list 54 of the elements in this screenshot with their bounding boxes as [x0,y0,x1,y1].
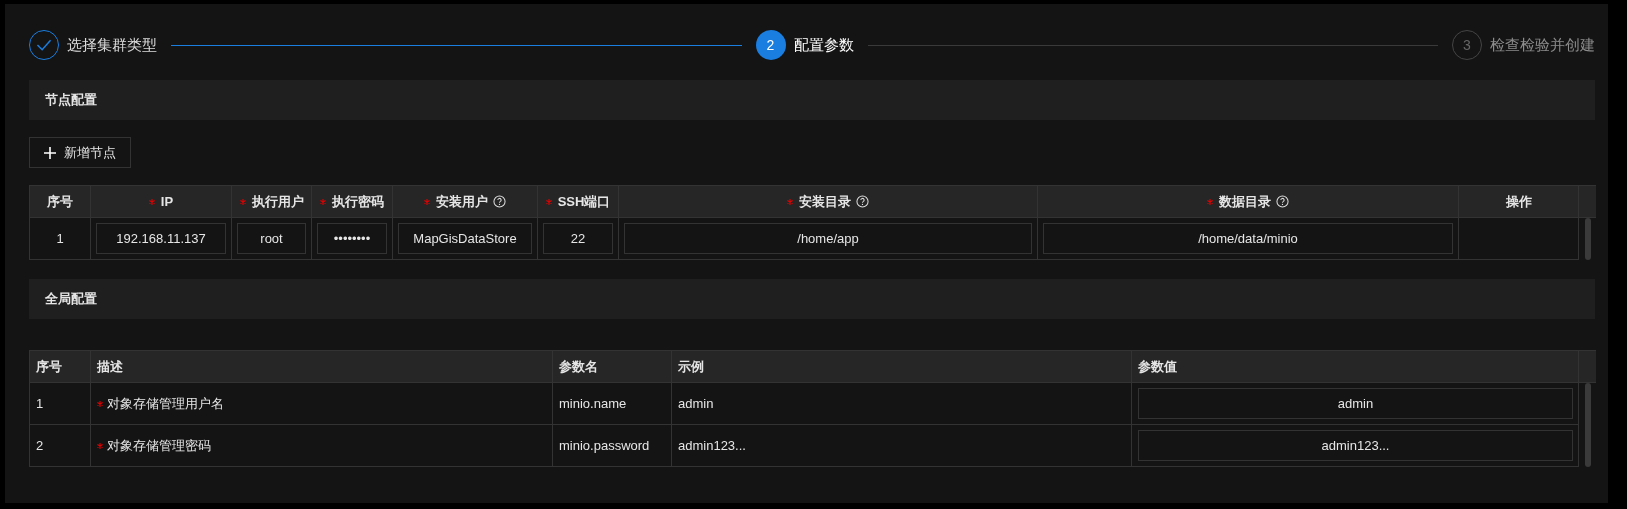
column-header: 参数值 [1132,351,1579,383]
column-header: 数据目录 [1038,186,1459,218]
help-icon [493,195,506,208]
required-icon [97,400,103,407]
table-cell: 对象存储管理密码 [107,436,211,455]
add-node-button[interactable]: 新增节点 [29,137,131,168]
input-field[interactable]: /home/app [624,223,1032,254]
input-field[interactable]: MapGisDataStore [398,223,532,254]
table-cell: 1 [36,396,44,411]
required-icon [97,442,103,449]
section-header: 节点配置 [29,80,1595,120]
column-header: 描述 [91,351,553,383]
table-cell: admin123... [678,438,746,453]
input-field[interactable]: admin [1138,388,1573,419]
step-number: 2 [755,30,786,60]
input-field[interactable]: /home/data/minio [1043,223,1453,254]
table-cell: 对象存储管理用户名 [107,394,224,413]
column-header: 参数名 [553,351,672,383]
input-field[interactable]: admin123... [1138,430,1573,461]
help-icon [856,195,869,208]
step-label: 检查检验并创建 [1490,35,1595,55]
required-icon [148,198,155,205]
scrollbar[interactable] [1584,218,1591,260]
table-cell: minio.password [559,438,650,453]
column-header: 序号 [30,186,91,218]
step-label: 选择集群类型 [67,35,157,55]
table-cell: 1 [56,231,64,246]
column-header: 示例 [672,351,1132,383]
input-field[interactable]: 22 [543,223,613,254]
column-header: 序号 [30,351,91,383]
required-icon [424,198,430,205]
column-header: 安装用户 [393,186,538,218]
table-cell: minio.name [559,396,627,411]
required-icon [320,198,326,205]
required-icon [239,198,246,205]
required-icon [1207,198,1213,205]
column-header: 执行密码 [312,186,393,218]
scrollbar[interactable] [1584,383,1591,467]
input-field[interactable]: •••••••• [317,223,387,254]
table-cell: 2 [36,438,44,453]
input-field[interactable]: 192.168.11.137 [96,223,226,254]
column-header: 执行用户 [232,186,312,218]
column-header: 操作 [1459,186,1579,218]
plus-icon [44,146,56,159]
section-header: 全局配置 [29,279,1595,319]
required-icon [787,198,793,205]
step-label: 配置参数 [793,35,854,55]
required-icon [545,198,552,205]
input-field[interactable]: root [237,223,306,254]
help-icon [1276,195,1289,208]
table-cell: admin [678,396,714,411]
column-header: 安装目录 [619,186,1038,218]
column-header: IP [91,186,232,218]
column-header: SSH端口 [538,186,619,218]
